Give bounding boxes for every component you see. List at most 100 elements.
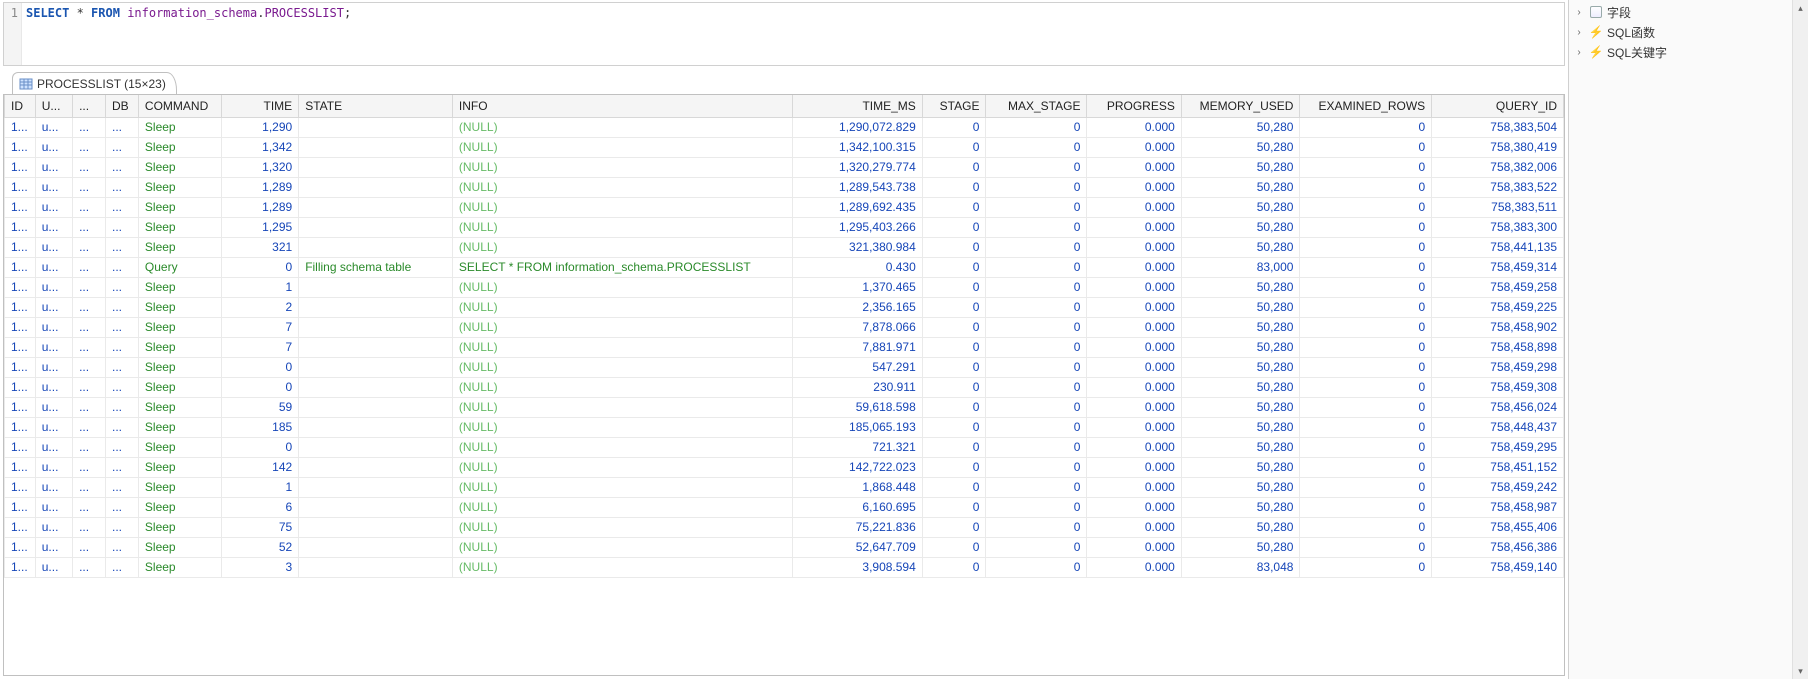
header-row[interactable]: ID U... ... DB COMMAND TIME STATE INFO T… xyxy=(5,95,1564,117)
sidebar-item[interactable]: ›⚡SQL函数 xyxy=(1569,22,1808,42)
col-time-ms[interactable]: TIME_MS xyxy=(793,95,923,117)
table-row[interactable]: 1...u.........Sleep0(NULL)721.321000.000… xyxy=(5,437,1564,457)
cell-host[interactable]: ... xyxy=(73,177,106,197)
cell-state[interactable] xyxy=(299,317,453,337)
cell-user[interactable]: u... xyxy=(35,417,72,437)
cell-query-id[interactable]: 758,383,300 xyxy=(1432,217,1564,237)
cell-user[interactable]: u... xyxy=(35,137,72,157)
cell-command[interactable]: Sleep xyxy=(138,317,221,337)
cell-memory-used[interactable]: 50,280 xyxy=(1181,157,1300,177)
col-query-id[interactable]: QUERY_ID xyxy=(1432,95,1564,117)
cell-id[interactable]: 1... xyxy=(5,217,36,237)
cell-time-ms[interactable]: 230.911 xyxy=(793,377,923,397)
cell-stage[interactable]: 0 xyxy=(922,417,986,437)
cell-info[interactable]: (NULL) xyxy=(452,217,792,237)
cell-memory-used[interactable]: 50,280 xyxy=(1181,117,1300,137)
cell-memory-used[interactable]: 50,280 xyxy=(1181,437,1300,457)
cell-examined-rows[interactable]: 0 xyxy=(1300,317,1432,337)
cell-stage[interactable]: 0 xyxy=(922,537,986,557)
cell-memory-used[interactable]: 50,280 xyxy=(1181,217,1300,237)
cell-examined-rows[interactable]: 0 xyxy=(1300,137,1432,157)
cell-time-ms[interactable]: 1,342,100.315 xyxy=(793,137,923,157)
table-row[interactable]: 1...u.........Sleep1,289(NULL)1,289,543.… xyxy=(5,177,1564,197)
cell-id[interactable]: 1... xyxy=(5,197,36,217)
cell-max-stage[interactable]: 0 xyxy=(986,397,1087,417)
cell-id[interactable]: 1... xyxy=(5,177,36,197)
cell-time[interactable]: 0 xyxy=(222,377,299,397)
cell-query-id[interactable]: 758,458,987 xyxy=(1432,497,1564,517)
cell-id[interactable]: 1... xyxy=(5,277,36,297)
cell-user[interactable]: u... xyxy=(35,457,72,477)
col-stage[interactable]: STAGE xyxy=(922,95,986,117)
table-row[interactable]: 1...u.........Sleep3(NULL)3,908.594000.0… xyxy=(5,557,1564,577)
cell-time[interactable]: 7 xyxy=(222,337,299,357)
table-row[interactable]: 1...u.........Sleep7(NULL)7,878.066000.0… xyxy=(5,317,1564,337)
cell-max-stage[interactable]: 0 xyxy=(986,337,1087,357)
cell-info[interactable]: (NULL) xyxy=(452,557,792,577)
table-row[interactable]: 1...u.........Sleep1,289(NULL)1,289,692.… xyxy=(5,197,1564,217)
cell-stage[interactable]: 0 xyxy=(922,477,986,497)
cell-examined-rows[interactable]: 0 xyxy=(1300,377,1432,397)
cell-time[interactable]: 1,289 xyxy=(222,197,299,217)
cell-query-id[interactable]: 758,383,522 xyxy=(1432,177,1564,197)
cell-time[interactable]: 59 xyxy=(222,397,299,417)
cell-command[interactable]: Sleep xyxy=(138,477,221,497)
cell-command[interactable]: Sleep xyxy=(138,297,221,317)
table-row[interactable]: 1...u.........Sleep1,320(NULL)1,320,279.… xyxy=(5,157,1564,177)
cell-state[interactable] xyxy=(299,297,453,317)
cell-max-stage[interactable]: 0 xyxy=(986,437,1087,457)
cell-info[interactable]: (NULL) xyxy=(452,337,792,357)
cell-time-ms[interactable]: 721.321 xyxy=(793,437,923,457)
table-row[interactable]: 1...u.........Sleep1,342(NULL)1,342,100.… xyxy=(5,137,1564,157)
cell-command[interactable]: Sleep xyxy=(138,397,221,417)
cell-db[interactable]: ... xyxy=(105,357,138,377)
sidebar-item[interactable]: ›⚡SQL关键字 xyxy=(1569,42,1808,62)
sql-editor[interactable]: 1 SELECT * FROM information_schema.PROCE… xyxy=(3,2,1565,66)
cell-user[interactable]: u... xyxy=(35,317,72,337)
cell-command[interactable]: Sleep xyxy=(138,357,221,377)
cell-examined-rows[interactable]: 0 xyxy=(1300,517,1432,537)
cell-state[interactable] xyxy=(299,237,453,257)
cell-host[interactable]: ... xyxy=(73,257,106,277)
cell-host[interactable]: ... xyxy=(73,437,106,457)
cell-db[interactable]: ... xyxy=(105,257,138,277)
editor-content[interactable]: SELECT * FROM information_schema.PROCESS… xyxy=(22,3,1564,65)
cell-query-id[interactable]: 758,459,295 xyxy=(1432,437,1564,457)
cell-time-ms[interactable]: 1,289,543.738 xyxy=(793,177,923,197)
cell-id[interactable]: 1... xyxy=(5,377,36,397)
cell-memory-used[interactable]: 83,048 xyxy=(1181,557,1300,577)
cell-examined-rows[interactable]: 0 xyxy=(1300,337,1432,357)
cell-time[interactable]: 7 xyxy=(222,317,299,337)
cell-user[interactable]: u... xyxy=(35,297,72,317)
col-max-stage[interactable]: MAX_STAGE xyxy=(986,95,1087,117)
cell-progress[interactable]: 0.000 xyxy=(1087,537,1181,557)
cell-command[interactable]: Sleep xyxy=(138,557,221,577)
cell-state[interactable] xyxy=(299,497,453,517)
cell-id[interactable]: 1... xyxy=(5,357,36,377)
cell-id[interactable]: 1... xyxy=(5,157,36,177)
cell-stage[interactable]: 0 xyxy=(922,117,986,137)
cell-query-id[interactable]: 758,458,902 xyxy=(1432,317,1564,337)
table-row[interactable]: 1...u.........Sleep6(NULL)6,160.695000.0… xyxy=(5,497,1564,517)
cell-user[interactable]: u... xyxy=(35,157,72,177)
cell-host[interactable]: ... xyxy=(73,137,106,157)
cell-id[interactable]: 1... xyxy=(5,417,36,437)
sidebar-item[interactable]: ›字段 xyxy=(1569,2,1808,22)
cell-stage[interactable]: 0 xyxy=(922,297,986,317)
cell-user[interactable]: u... xyxy=(35,477,72,497)
cell-memory-used[interactable]: 50,280 xyxy=(1181,477,1300,497)
cell-time[interactable]: 1 xyxy=(222,477,299,497)
cell-stage[interactable]: 0 xyxy=(922,437,986,457)
cell-max-stage[interactable]: 0 xyxy=(986,117,1087,137)
cell-info[interactable]: (NULL) xyxy=(452,477,792,497)
cell-max-stage[interactable]: 0 xyxy=(986,357,1087,377)
cell-max-stage[interactable]: 0 xyxy=(986,377,1087,397)
cell-user[interactable]: u... xyxy=(35,237,72,257)
cell-host[interactable]: ... xyxy=(73,497,106,517)
cell-info[interactable]: (NULL) xyxy=(452,397,792,417)
cell-time-ms[interactable]: 1,289,692.435 xyxy=(793,197,923,217)
side-scrollbar[interactable]: ▴ ▾ xyxy=(1792,0,1808,679)
cell-memory-used[interactable]: 50,280 xyxy=(1181,537,1300,557)
cell-progress[interactable]: 0.000 xyxy=(1087,237,1181,257)
cell-state[interactable] xyxy=(299,197,453,217)
